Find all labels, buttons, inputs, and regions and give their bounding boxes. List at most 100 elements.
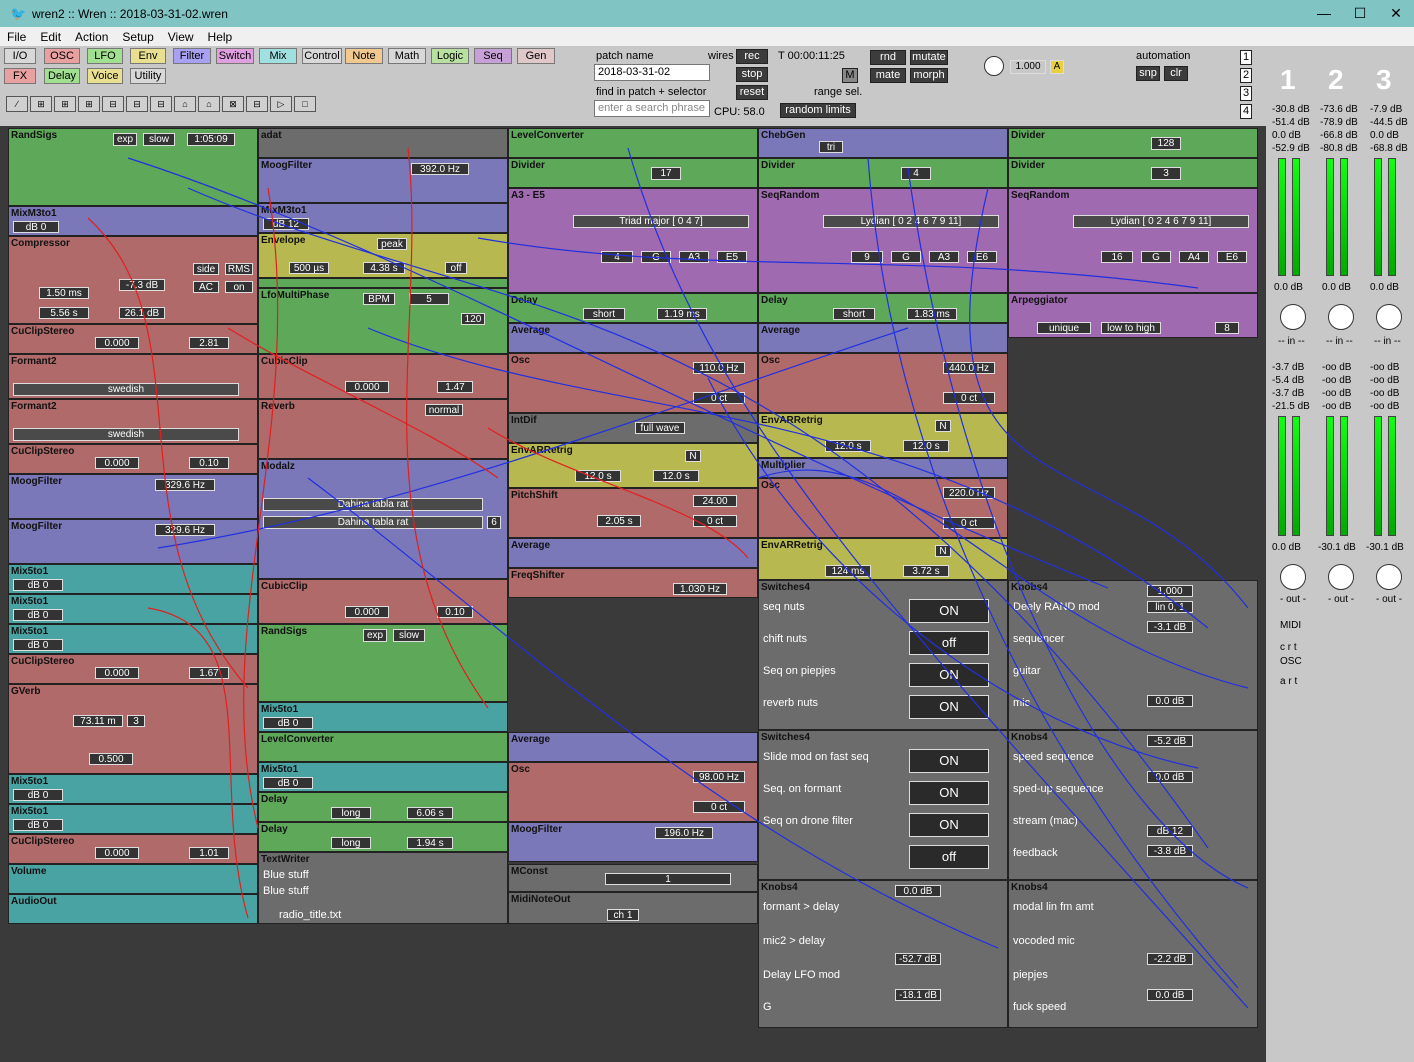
module-formant2-b[interactable]: Formant2 swedish bbox=[8, 399, 258, 444]
module-audioout[interactable]: AudioOut bbox=[8, 894, 258, 924]
module-switches4-a[interactable]: Switches4 seq nuts ON chift nuts off Seq… bbox=[758, 580, 1008, 730]
module-icon-2[interactable]: ⊞ bbox=[30, 96, 52, 112]
module-average-b[interactable]: Average bbox=[508, 538, 758, 568]
tab-note[interactable]: Note bbox=[345, 48, 383, 64]
tab-fx[interactable]: FX bbox=[4, 68, 36, 84]
module-envelope[interactable]: Envelope peak 500 µs 4.38 s off bbox=[258, 233, 508, 278]
page-4-button[interactable]: 4 bbox=[1240, 104, 1252, 119]
module-icon-5[interactable]: ⊟ bbox=[102, 96, 124, 112]
module-gverb[interactable]: GVerb 73.11 m 3 0.500 bbox=[8, 684, 258, 774]
clr-button[interactable]: clr bbox=[1164, 66, 1188, 81]
module-moogfilter-b[interactable]: MoogFilter 329.6 Hz bbox=[8, 519, 258, 564]
module-divider-c[interactable]: Divider 4 bbox=[758, 158, 1008, 188]
tab-math[interactable]: Math bbox=[388, 48, 426, 64]
tab-env[interactable]: Env bbox=[130, 48, 166, 64]
switch-3-button[interactable]: ON bbox=[909, 663, 989, 687]
module-knobs4-d[interactable]: Knobs4 modal lin fm amt vocoded mic piep… bbox=[1008, 880, 1258, 1028]
switch-1-button[interactable]: ON bbox=[909, 599, 989, 623]
module-cuclipstereo[interactable]: CuClipStereo 0.000 2.81 bbox=[8, 324, 258, 354]
exp-display[interactable]: exp bbox=[363, 629, 387, 642]
in-knob-1[interactable] bbox=[1280, 304, 1306, 330]
slow-display[interactable]: slow bbox=[393, 629, 425, 642]
module-mixm3to1-b[interactable]: MixM3to1 dB 12 bbox=[258, 203, 508, 233]
module-mix5to1-c[interactable]: Mix5to1 dB 0 bbox=[8, 624, 258, 654]
page-3-button[interactable]: 3 bbox=[1240, 86, 1252, 101]
module-icon-7[interactable]: ⊟ bbox=[150, 96, 172, 112]
menu-edit[interactable]: Edit bbox=[33, 30, 68, 44]
module-cuclipstereo-d[interactable]: CuClipStereo 0.000 1.01 bbox=[8, 834, 258, 864]
module-levelconverter[interactable]: LevelConverter bbox=[508, 128, 758, 158]
switch-7-button[interactable]: ON bbox=[909, 813, 989, 837]
module-cuclipstereo-b[interactable]: CuClipStereo 0.000 0.10 bbox=[8, 444, 258, 474]
module-osc-c[interactable]: Osc 220.0 Hz 0 ct bbox=[758, 478, 1008, 538]
tab-osc[interactable]: OSC bbox=[44, 48, 80, 64]
switch-5-button[interactable]: ON bbox=[909, 749, 989, 773]
snp-button[interactable]: snp bbox=[1136, 66, 1160, 81]
rnd-button[interactable]: rnd bbox=[870, 50, 906, 65]
master-volume-knob[interactable] bbox=[984, 56, 1004, 76]
module-osc-d[interactable]: Osc 98.00 Hz 0 ct bbox=[508, 762, 758, 822]
module-icon-9[interactable]: ⌂ bbox=[198, 96, 220, 112]
module-average-d[interactable]: Average bbox=[758, 323, 1008, 353]
module-knobs4-b[interactable]: Knobs4 speed sequence sped-up sequence s… bbox=[1008, 730, 1258, 880]
tab-io[interactable]: I/O bbox=[4, 48, 36, 64]
module-levelconverter-b[interactable]: LevelConverter bbox=[258, 732, 508, 762]
out-knob-3[interactable] bbox=[1376, 564, 1402, 590]
module-moogfilter-c[interactable]: MoogFilter 392.0 Hz bbox=[258, 158, 508, 203]
tab-logic[interactable]: Logic bbox=[431, 48, 469, 64]
module-delay[interactable]: Delay short 1.19 ms bbox=[508, 293, 758, 323]
tab-delay[interactable]: Delay bbox=[44, 68, 80, 84]
module-midinoteout[interactable]: MidiNoteOut ch 1 bbox=[508, 892, 758, 924]
module-envarretrig[interactable]: EnvARRetrig N 12.0 s 12.0 s bbox=[508, 443, 758, 488]
module-cubicclip[interactable]: CubicClip 0.000 1.47 bbox=[258, 354, 508, 399]
file-name[interactable]: radio_title.txt bbox=[279, 909, 341, 921]
module-cubicclip-b[interactable]: CubicClip 0.000 0.10 bbox=[258, 579, 508, 624]
tab-control[interactable]: Control bbox=[302, 48, 342, 64]
module-icon-12[interactable]: ▷ bbox=[270, 96, 292, 112]
tab-utility[interactable]: Utility bbox=[130, 68, 166, 84]
module-envarretrig-b[interactable]: EnvARRetrig N 12.0 s 12.0 s bbox=[758, 413, 1008, 458]
on-button[interactable]: on bbox=[225, 281, 253, 293]
m-button[interactable]: M bbox=[842, 68, 858, 83]
module-divider-b[interactable]: Divider 17 bbox=[508, 158, 758, 188]
in-knob-2[interactable] bbox=[1328, 304, 1354, 330]
reset-button[interactable]: reset bbox=[736, 85, 768, 100]
module-mix5to1-e[interactable]: Mix5to1 dB 0 bbox=[8, 804, 258, 834]
module-icon-3[interactable]: ⊞ bbox=[54, 96, 76, 112]
tab-filter[interactable]: Filter bbox=[173, 48, 211, 64]
menu-action[interactable]: Action bbox=[68, 30, 115, 44]
module-randsigs[interactable]: RandSigs exp slow 1:05:09 bbox=[8, 128, 258, 206]
module-seqrandom-a[interactable]: A3 - E5 Triad major [ 0 4 7] 4 G A3 E5 bbox=[508, 188, 758, 293]
module-icon-13[interactable]: □ bbox=[294, 96, 316, 112]
module-mix5to1-b[interactable]: Mix5to1 dB 0 bbox=[8, 594, 258, 624]
tab-seq[interactable]: Seq bbox=[474, 48, 512, 64]
module-average-c[interactable]: Average bbox=[508, 732, 758, 762]
module-seqrandom-c[interactable]: SeqRandom Lydian [ 0 2 4 6 7 9 11] 16 G … bbox=[1008, 188, 1258, 293]
module-adat[interactable]: adat bbox=[258, 128, 508, 158]
in-knob-3[interactable] bbox=[1376, 304, 1402, 330]
tab-switch[interactable]: Switch bbox=[216, 48, 254, 64]
switch-2-button[interactable]: off bbox=[909, 631, 989, 655]
tab-gen[interactable]: Gen bbox=[517, 48, 555, 64]
menu-file[interactable]: File bbox=[0, 30, 33, 44]
module-moogfilter-d[interactable]: MoogFilter 196.0 Hz bbox=[508, 822, 758, 862]
module-reverb[interactable]: Reverb normal bbox=[258, 399, 508, 459]
module-multiplier-b[interactable]: Multiplier bbox=[758, 458, 1008, 478]
page-2-button[interactable]: 2 bbox=[1240, 68, 1252, 83]
module-envarretrig-c[interactable]: EnvARRetrig N 124 ms 3.72 s bbox=[758, 538, 1008, 580]
morph-button[interactable]: morph bbox=[910, 68, 948, 83]
menu-help[interactable]: Help bbox=[201, 30, 240, 44]
page-1-button[interactable]: 1 bbox=[1240, 50, 1252, 65]
module-multiplier[interactable] bbox=[258, 278, 508, 288]
maximize-icon[interactable]: ☐ bbox=[1342, 0, 1378, 27]
module-modalz[interactable]: Modalz Dahina tabla rat Dahina tabla rat… bbox=[258, 459, 508, 579]
mutate-button[interactable]: mutate bbox=[910, 50, 948, 65]
module-chebgen[interactable]: ChebGen tri bbox=[758, 128, 1008, 158]
module-moogfilter[interactable]: MoogFilter 329.6 Hz bbox=[8, 474, 258, 519]
out-knob-2[interactable] bbox=[1328, 564, 1354, 590]
module-mix5to1-g[interactable]: Mix5to1 dB 0 bbox=[258, 762, 508, 792]
tab-mix[interactable]: Mix bbox=[259, 48, 297, 64]
out-knob-1[interactable] bbox=[1280, 564, 1306, 590]
search-input[interactable]: enter a search phrase bbox=[594, 100, 710, 117]
module-icon-8[interactable]: ⌂ bbox=[174, 96, 196, 112]
